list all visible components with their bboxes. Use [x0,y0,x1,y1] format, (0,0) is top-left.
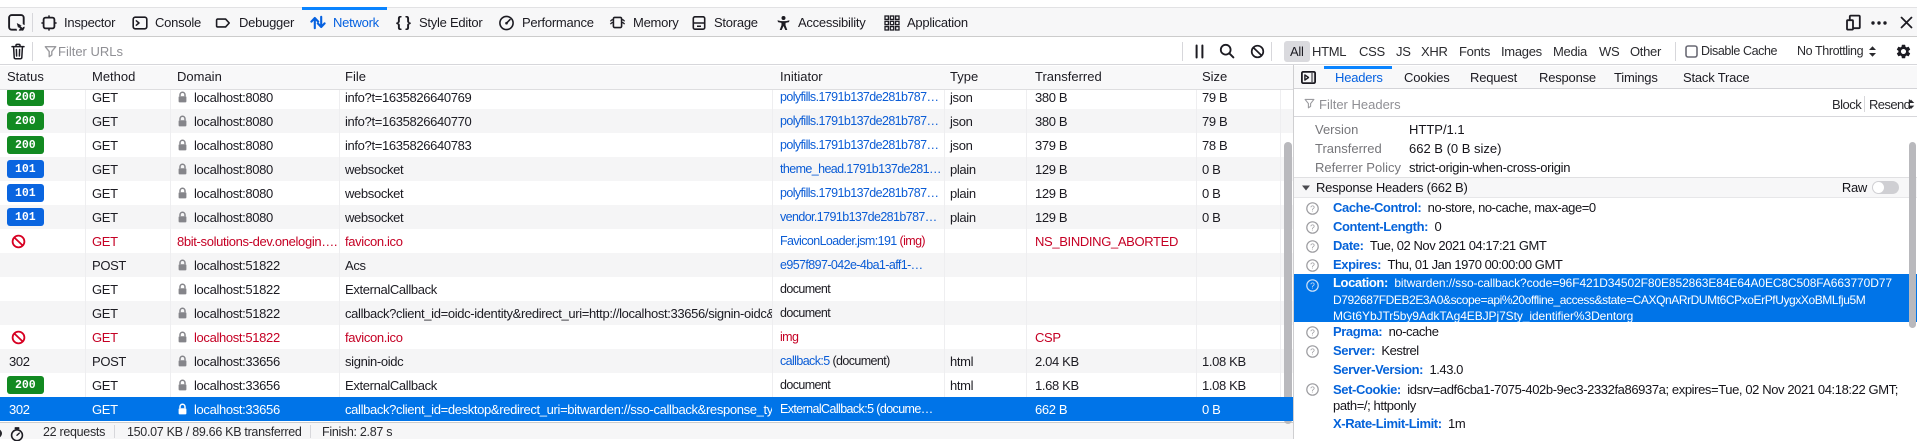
svg-text:?: ? [1310,241,1315,251]
svg-text:?: ? [1310,222,1315,232]
svg-text:?: ? [1310,346,1315,356]
svg-text:?: ? [1310,260,1315,270]
svg-text:?: ? [1310,384,1315,394]
svg-text:?: ? [1310,203,1315,213]
svg-text:?: ? [1310,327,1315,337]
svg-text:?: ? [1310,280,1315,290]
